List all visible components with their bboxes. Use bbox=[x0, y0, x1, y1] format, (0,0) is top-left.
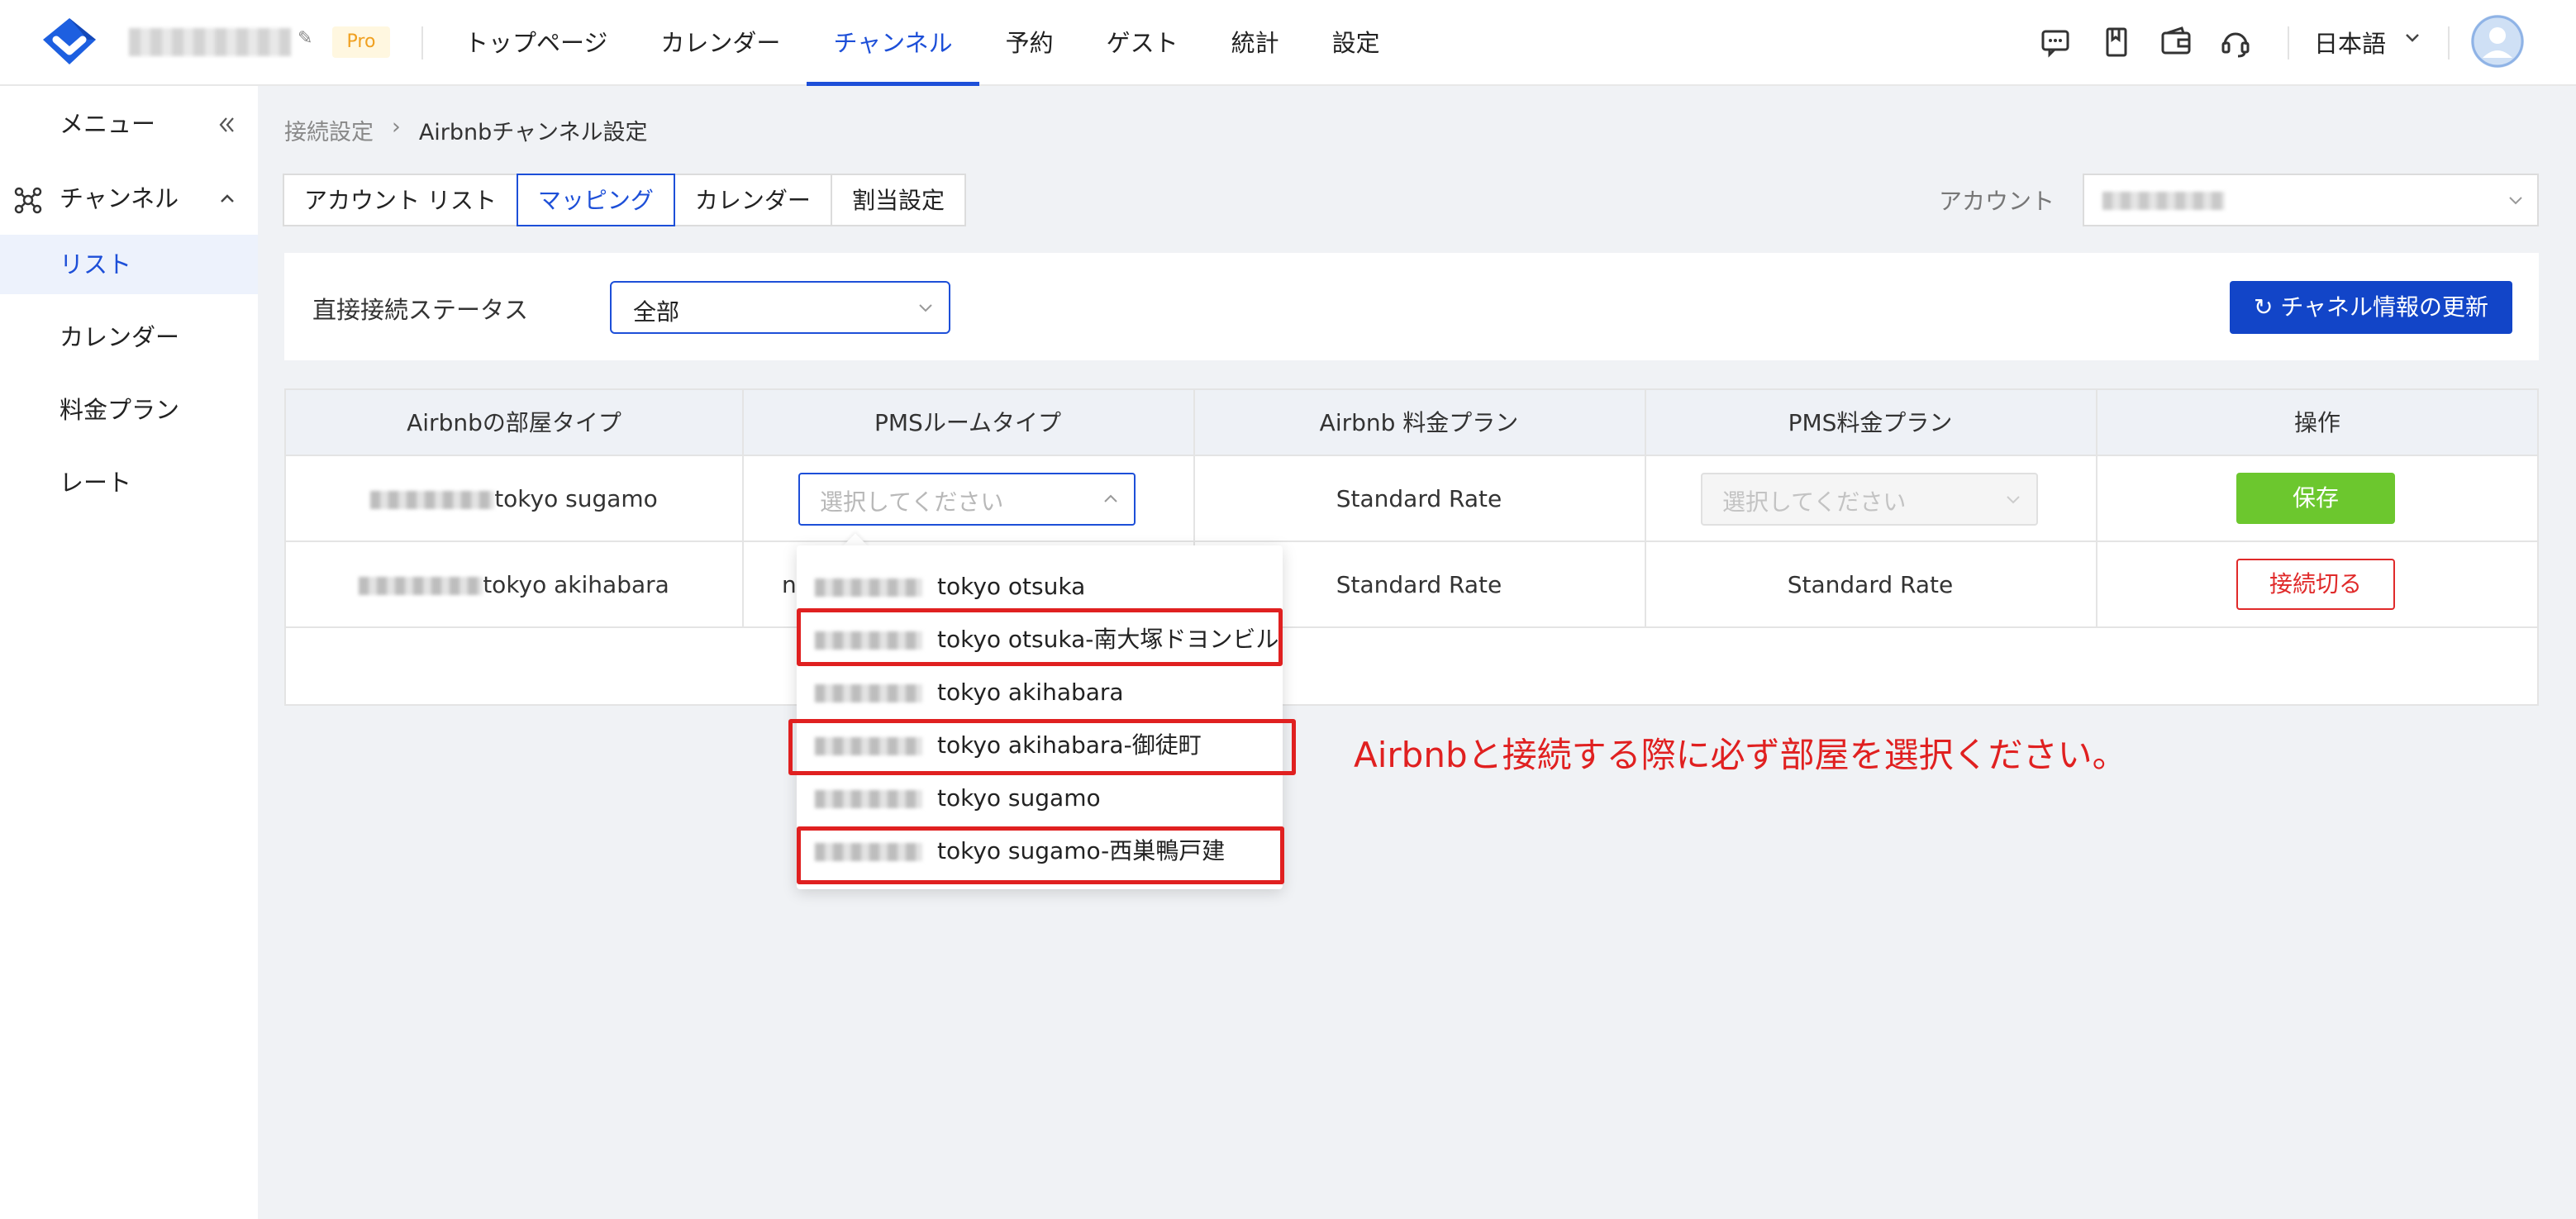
table-header: Airbnbの部屋タイプ PMSルームタイプ Airbnb 料金プラン PMS料… bbox=[286, 390, 2537, 456]
tab-mapping[interactable]: マッピング bbox=[516, 174, 675, 226]
pro-badge: Pro bbox=[332, 26, 390, 58]
account-label: アカウント bbox=[1939, 188, 2055, 215]
dropdown-option[interactable]: tokyo sugamo bbox=[797, 772, 1283, 825]
col-airbnb-room: Airbnbの部屋タイプ bbox=[407, 409, 621, 436]
pms-plan-cell: Standard Rate bbox=[1787, 571, 1954, 598]
tab-allocation[interactable]: 割当設定 bbox=[830, 174, 966, 226]
redacted-text bbox=[359, 577, 483, 595]
nav-guest[interactable]: ゲスト bbox=[1080, 0, 1205, 86]
airbnb-room-cell: tokyo sugamo bbox=[286, 456, 742, 542]
col-airbnb-plan: Airbnb 料金プラン bbox=[1319, 409, 1519, 436]
annotation-note: Airbnbと接続する際に必ず部屋を選択ください。 bbox=[1354, 735, 2127, 775]
nav-calendar[interactable]: カレンダー bbox=[634, 0, 807, 86]
highlight-box bbox=[797, 826, 1284, 884]
divider bbox=[2288, 26, 2289, 60]
col-pms-plan: PMS料金プラン bbox=[1788, 409, 1953, 436]
dropdown-option[interactable]: tokyo akihabara bbox=[797, 666, 1283, 719]
sidebar-item-calendar[interactable]: カレンダー bbox=[0, 307, 258, 367]
chevron-down-icon bbox=[2007, 496, 2020, 504]
status-value: 全部 bbox=[633, 298, 680, 326]
highlight-box bbox=[797, 608, 1283, 666]
nav-channel[interactable]: チャンネル bbox=[807, 0, 979, 86]
sidebar-item-rate-plan[interactable]: 料金プラン bbox=[0, 380, 258, 440]
refresh-icon: ↻ bbox=[2253, 293, 2274, 321]
collapse-icon[interactable] bbox=[217, 114, 238, 136]
table-row: tokyo akihabara n Standard Rate Standard… bbox=[286, 542, 2537, 628]
edit-icon[interactable]: ✎ bbox=[298, 28, 312, 49]
account-value-redacted bbox=[2102, 192, 2225, 210]
tab-account-list[interactable]: アカウント リスト bbox=[283, 174, 518, 226]
connection-status-select[interactable]: 全部 bbox=[610, 281, 950, 334]
col-pms-room: PMSルームタイプ bbox=[874, 409, 1061, 436]
bookmark-icon[interactable] bbox=[2099, 25, 2134, 60]
sidebar-channel-label: チャンネル bbox=[60, 184, 179, 212]
connection-status-label: 直接接続ステータス bbox=[312, 296, 529, 324]
breadcrumb-connection-settings[interactable]: 接続設定 bbox=[284, 114, 374, 146]
property-name-redacted[interactable] bbox=[129, 28, 291, 56]
divider bbox=[421, 26, 423, 60]
redacted-text bbox=[815, 579, 922, 597]
redacted-text bbox=[815, 790, 922, 808]
highlight-box bbox=[788, 719, 1296, 775]
user-icon bbox=[2471, 15, 2524, 68]
nav-reservation[interactable]: 予約 bbox=[979, 0, 1080, 86]
language-selector[interactable]: 日本語 bbox=[2314, 25, 2386, 60]
sub-tabs: アカウント リスト マッピング カレンダー 割当設定 bbox=[283, 174, 966, 226]
support-headset-icon[interactable] bbox=[2218, 25, 2253, 60]
chevron-down-icon bbox=[2509, 197, 2522, 205]
sidebar: メニュー チャンネル リスト カレンダー 料金プラン レート bbox=[0, 86, 258, 1219]
avatar[interactable] bbox=[2471, 15, 2524, 68]
pms-plan-select[interactable]: 選択してください bbox=[1701, 473, 2038, 526]
nav-top-page[interactable]: トップページ bbox=[438, 0, 634, 86]
account-select[interactable] bbox=[2083, 174, 2539, 226]
chevron-down-icon bbox=[919, 304, 932, 312]
chevron-right-icon: › bbox=[392, 114, 401, 140]
sidebar-group-channel[interactable]: チャンネル bbox=[0, 169, 258, 228]
message-icon[interactable] bbox=[2038, 25, 2073, 60]
mapping-table: Airbnbの部屋タイプ PMSルームタイプ Airbnb 料金プラン PMS料… bbox=[284, 388, 2539, 706]
airbnb-room-cell: tokyo akihabara bbox=[286, 542, 742, 628]
airbnb-plan-cell: Standard Rate bbox=[1336, 485, 1502, 512]
nav-statistics[interactable]: 統計 bbox=[1205, 0, 1306, 86]
table-row: tokyo sugamo 選択してください Standard Rate 選択して… bbox=[286, 456, 2537, 542]
chevron-up-icon bbox=[1104, 494, 1117, 502]
breadcrumb-current: Airbnbチャンネル設定 bbox=[418, 120, 648, 145]
nav-settings[interactable]: 設定 bbox=[1306, 0, 1407, 86]
disconnect-button[interactable]: 接続切る bbox=[2236, 559, 2395, 610]
sidebar-item-list[interactable]: リスト bbox=[0, 235, 258, 294]
pms-room-select[interactable]: 選択してください bbox=[798, 473, 1136, 526]
divider bbox=[2448, 26, 2450, 60]
sidebar-item-rate[interactable]: レート bbox=[0, 453, 258, 512]
redacted-text bbox=[815, 684, 922, 702]
top-bar: ✎ Pro トップページ カレンダー チャンネル 予約 ゲスト 統計 設定 日本… bbox=[0, 0, 2576, 86]
save-button[interactable]: 保存 bbox=[2236, 473, 2395, 524]
redacted-text bbox=[370, 491, 495, 509]
breadcrumb: 接続設定 › Airbnbチャンネル設定 bbox=[284, 114, 647, 146]
filter-card: 直接接続ステータス 全部 ↻ チャネル情報の更新 bbox=[284, 253, 2539, 360]
wallet-icon[interactable] bbox=[2159, 25, 2193, 60]
chevron-down-icon bbox=[2406, 34, 2419, 42]
sidebar-menu-header: メニュー bbox=[0, 94, 258, 154]
app-logo-icon[interactable] bbox=[38, 15, 101, 68]
main-nav: トップページ カレンダー チャンネル 予約 ゲスト 統計 設定 bbox=[438, 0, 1407, 86]
chevron-up-icon bbox=[221, 194, 234, 202]
tab-calendar[interactable]: カレンダー bbox=[673, 174, 832, 226]
dropdown-option[interactable]: tokyo otsuka bbox=[797, 560, 1283, 613]
sidebar-menu-label: メニュー bbox=[60, 110, 156, 138]
col-action: 操作 bbox=[2293, 409, 2340, 436]
refresh-channel-button[interactable]: ↻ チャネル情報の更新 bbox=[2230, 281, 2512, 334]
channel-network-icon bbox=[14, 187, 42, 214]
